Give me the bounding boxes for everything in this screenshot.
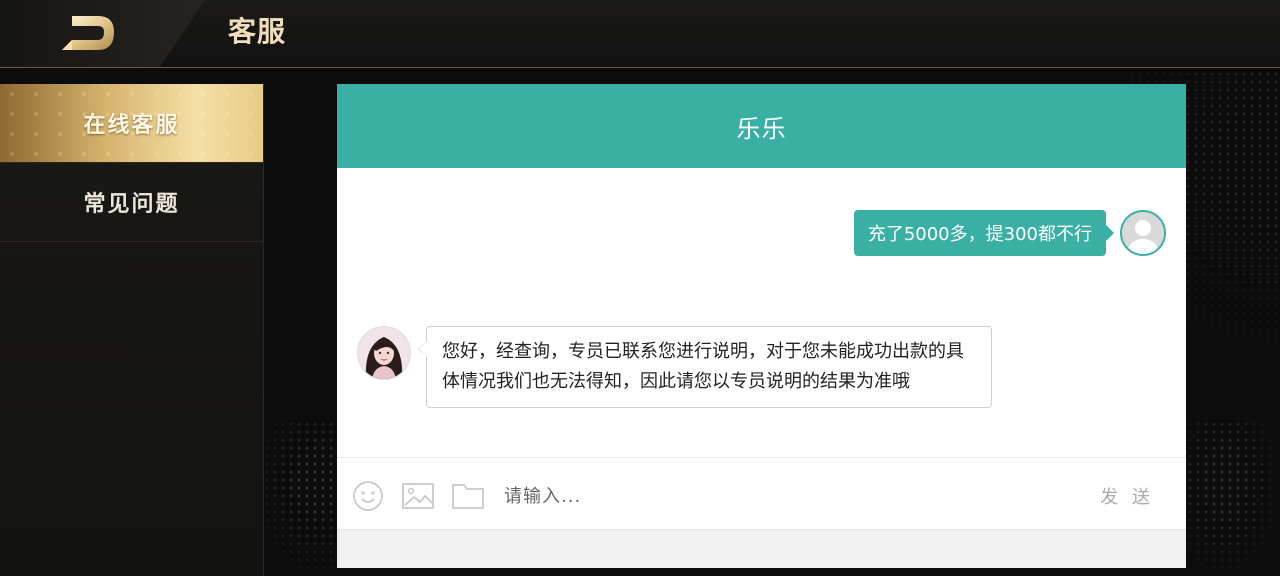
send-button[interactable]: 发 送 bbox=[1094, 482, 1160, 510]
folder-icon bbox=[452, 484, 484, 509]
back-logo-icon bbox=[62, 16, 114, 50]
user-avatar bbox=[1120, 210, 1166, 256]
agent-avatar bbox=[357, 326, 411, 380]
agent-avatar-icon bbox=[358, 327, 410, 379]
sidebar: 在线客服 常见问题 bbox=[0, 84, 264, 576]
sidebar-item-label: 常见问题 bbox=[83, 192, 180, 217]
emoji-icon bbox=[353, 481, 383, 511]
message-list: 充了5000多，提300都不行 您好，经查询，专员已联系您进行说明，对于您未能成… bbox=[337, 168, 1186, 458]
sidebar-item-faq[interactable]: 常见问题 bbox=[0, 163, 263, 242]
sidebar-item-label: 在线客服 bbox=[83, 113, 180, 138]
user-message: 充了5000多，提300都不行 bbox=[853, 210, 1166, 256]
agent-message: 您好，经查询，专员已联系您进行说明，对于您未能成功出款的具体情况我们也无法得知，… bbox=[357, 326, 992, 408]
chat-footer bbox=[337, 529, 1186, 568]
back-button[interactable] bbox=[58, 12, 120, 56]
sidebar-item-online-service[interactable]: 在线客服 bbox=[0, 84, 263, 163]
page-title: 客服 bbox=[228, 15, 287, 48]
input-bar: 发 送 bbox=[337, 457, 1186, 530]
user-avatar-icon bbox=[1122, 212, 1164, 254]
image-button[interactable] bbox=[402, 482, 434, 514]
emoji-button[interactable] bbox=[352, 480, 384, 516]
agent-name: 乐乐 bbox=[736, 114, 787, 143]
chat-panel: 乐乐 充了5000多，提300都不行 您好，经查询，专员已联系您进行说明，对于您… bbox=[337, 84, 1186, 568]
chat-header: 乐乐 bbox=[337, 84, 1186, 168]
image-icon bbox=[402, 483, 434, 509]
message-input[interactable] bbox=[502, 480, 1066, 512]
agent-message-bubble: 您好，经查询，专员已联系您进行说明，对于您未能成功出款的具体情况我们也无法得知，… bbox=[418, 326, 992, 408]
file-button[interactable] bbox=[452, 482, 484, 514]
background-dots bbox=[1170, 420, 1280, 576]
top-bar: 客服 bbox=[0, 0, 1280, 68]
user-message-bubble: 充了5000多，提300都不行 bbox=[853, 210, 1115, 256]
